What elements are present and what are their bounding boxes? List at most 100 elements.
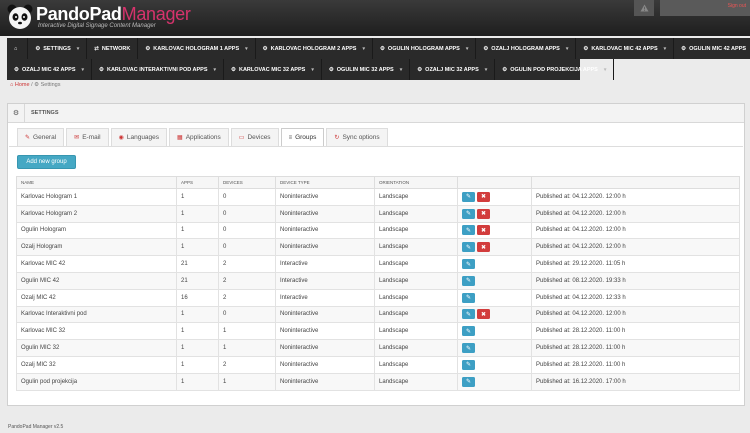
brand-title[interactable]: PandoPadManager (36, 4, 191, 25)
edit-icon: ✎ (465, 244, 472, 251)
edit-button[interactable]: ✎ (462, 191, 475, 202)
cell-orientation: Landscape (374, 188, 458, 206)
edit-button[interactable]: ✎ (462, 208, 475, 219)
nav-item-ogulin-hologram-apps[interactable]: ⚙ OGULIN HOLOGRAM APPS ▾ (373, 38, 477, 59)
cell-published: Published at: 04.12.2020. 12:00 h (531, 204, 740, 223)
nav-item-label: KARLOVAC HOLOGRAM 2 APPS (270, 45, 357, 52)
edit-button[interactable]: ✎ (462, 309, 475, 320)
breadcrumb-home[interactable]: ⌂ Home (10, 82, 30, 88)
tab-label: General (33, 134, 57, 141)
home-icon: ⌂ (14, 45, 18, 52)
nav-item-home[interactable]: ⌂ (7, 38, 29, 59)
cell-actions: ✎ ✖ (457, 221, 532, 240)
delete-button[interactable]: ✖ (477, 242, 490, 253)
cell-name: Karlovac Interaktivni pod (16, 305, 177, 324)
nav-item-ozalj-mic-32-apps[interactable]: ⚙ OZALJ MIC 32 APPS ▾ (410, 59, 496, 80)
caret-down-icon: ▾ (603, 66, 607, 73)
table-row: Karlovac Hologram 1 1 0 Noninteractive Lands… (16, 188, 740, 206)
cell-published: Published at: 29.12.2020. 11:05 h (531, 255, 740, 273)
caret-down-icon: ▾ (245, 45, 248, 52)
cell-name: Karlovac MIC 42 (16, 255, 177, 273)
gear-icon: ⚙ (35, 45, 41, 52)
edit-button[interactable]: ✎ (462, 292, 475, 303)
edit-button[interactable]: ✎ (462, 343, 475, 354)
caret-down-icon: ▾ (311, 66, 314, 73)
nav-item-label: OGULIN POD PROJEKCIJA APPS (510, 66, 598, 73)
edit-button[interactable]: ✎ (462, 359, 475, 370)
cell-name: Karlovac Hologram 2 (16, 204, 177, 223)
nav-item-karlovac-hologram-2-apps[interactable]: ⚙ KARLOVAC HOLOGRAM 2 APPS ▾ (256, 38, 373, 59)
nav-item-ogulin-pod-projekcija-apps[interactable]: ⚙ OGULIN POD PROJEKCIJA APPS ▾ (495, 59, 615, 80)
cell-orientation: Landscape (374, 322, 458, 341)
main-nav-row-2: ⚙ OZALJ MIC 42 APPS ▾ ⚙ KARLOVAC INTERAKTIVN… (7, 59, 615, 80)
cell-type: Noninteractive (275, 372, 375, 391)
edit-icon: ✎ (465, 362, 472, 369)
tab-e-mail[interactable]: ✉ E-mail (66, 128, 109, 146)
edit-button[interactable]: ✎ (462, 259, 475, 270)
nav-item-settings[interactable]: ⚙ SETTINGS ▾ (28, 38, 88, 59)
delete-button[interactable]: ✖ (477, 191, 490, 202)
envelope-icon: ✉ (74, 135, 80, 141)
tab-applications[interactable]: ▦ Applications (169, 128, 229, 146)
user-menu[interactable]: Sign out (660, 0, 750, 16)
edit-button[interactable]: ✎ (462, 275, 475, 286)
table-row: Ogulin MIC 32 1 1 Noninteractive Landscape ✎ P… (16, 339, 740, 357)
cell-orientation: Landscape (374, 355, 458, 374)
column-header (531, 176, 740, 189)
cell-apps: 21 (176, 255, 219, 273)
caret-down-icon: ▾ (399, 66, 403, 73)
panda-logo-icon[interactable] (6, 3, 34, 31)
add-new-group-button[interactable]: Add new group (17, 155, 76, 169)
cell-apps: 21 (176, 271, 219, 290)
tab-label: Applications (185, 134, 221, 141)
nav-item-karlovac-mic-32-apps[interactable]: ⚙ KARLOVAC MIC 32 APPS ▾ (224, 59, 322, 80)
cell-orientation: Landscape (374, 339, 458, 357)
breadcrumb-current: Settings (40, 82, 61, 88)
tab-groups[interactable]: ≡ Groups (280, 128, 325, 146)
cell-published: Published at: 16.12.2020. 17:00 h (531, 372, 740, 391)
nav-item-ozalj-hologram-apps[interactable]: ⚙ OZALJ HOLOGRAM APPS ▾ (476, 38, 577, 59)
tab-languages[interactable]: ◉ Languages (110, 128, 168, 146)
cell-name: Ozalj MIC 32 (16, 355, 177, 374)
edit-icon: ✎ (465, 328, 472, 335)
nav-item-karlovac-hologram-1-apps[interactable]: ⚙ KARLOVAC HOLOGRAM 1 APPS ▾ (138, 38, 256, 59)
nav-item-network[interactable]: ⇄ NETWORK (87, 38, 139, 59)
nav-item-ozalj-mic-42-apps[interactable]: ⚙ OZALJ MIC 42 APPS ▾ (7, 59, 93, 80)
cell-actions: ✎ (457, 322, 532, 341)
app-header: PandoPadManager Interactive Digital Sign… (0, 0, 750, 36)
tab-sync-options[interactable]: ↻ Sync options (326, 128, 388, 146)
cell-type: Noninteractive (275, 204, 375, 223)
column-header: APPS (176, 176, 219, 189)
column-header: ORIENTATION (374, 176, 458, 189)
cell-apps: 1 (176, 372, 219, 391)
tab-general[interactable]: ✎ General (17, 128, 65, 146)
cell-devices: 0 (218, 238, 276, 257)
edit-button[interactable]: ✎ (462, 376, 475, 387)
apps-icon: ⚙ (262, 45, 268, 52)
nav-item-karlovac-mic-42-apps[interactable]: ⚙ KARLOVAC MIC 42 APPS ▾ (576, 38, 675, 59)
cell-apps: 1 (176, 322, 219, 341)
edit-button[interactable]: ✎ (462, 326, 475, 337)
tab-devices[interactable]: ▭ Devices (230, 128, 279, 146)
table-row: Karlovac MIC 42 21 2 Interactive Landscape ✎ P… (16, 255, 740, 273)
table-row: Karlovac Interaktivni pod 1 0 Noninteractiv… (16, 305, 740, 324)
table-row: Ozalj Hologram 1 0 Noninteractive Landscape ✎… (16, 238, 740, 257)
groups-table: NAME APPS DEVICES DEVICE TYPE ORIENTATION Ka… (16, 176, 740, 391)
caret-down-icon: ▾ (484, 66, 488, 73)
edit-button[interactable]: ✎ (462, 225, 475, 236)
nav-item-ogulin-mic-32-apps[interactable]: ⚙ OGULIN MIC 32 APPS ▾ (322, 59, 411, 80)
delete-button[interactable]: ✖ (477, 225, 490, 236)
apps-icon: ⚙ (681, 45, 687, 52)
gear-icon: ⚙ (8, 104, 25, 122)
sign-out-link[interactable]: Sign out (728, 3, 746, 9)
notifications-button[interactable] (634, 0, 654, 16)
cell-apps: 1 (176, 355, 219, 374)
nav-item-karlovac-interaktivni-pod-apps[interactable]: ⚙ KARLOVAC INTERAKTIVNI POD APPS ▾ (92, 59, 225, 80)
column-header: DEVICES (218, 176, 276, 189)
delete-button[interactable]: ✖ (477, 309, 490, 320)
cell-type: Noninteractive (275, 238, 375, 257)
edit-button[interactable]: ✎ (462, 242, 475, 253)
cell-actions: ✎ (457, 372, 532, 391)
delete-button[interactable]: ✖ (477, 208, 490, 219)
nav-item-ogulin-mic-42-apps[interactable]: ⚙OGULIN MIC 42 APPS▾ (674, 38, 750, 59)
